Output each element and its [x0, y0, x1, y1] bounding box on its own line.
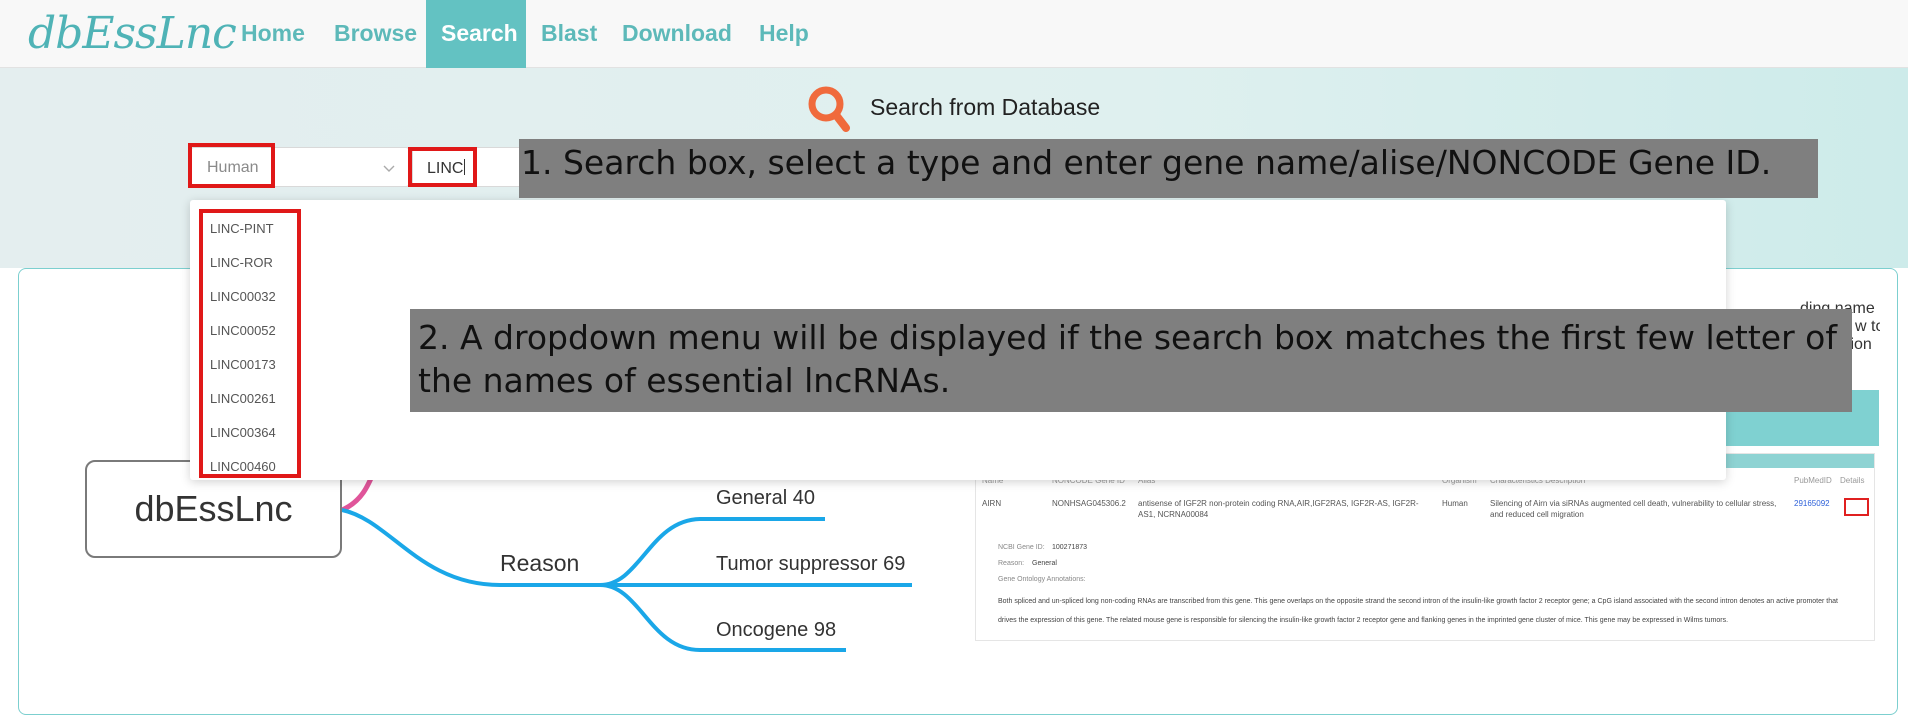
mindmap-leaf-oncogene: Oncogene 98	[716, 619, 837, 641]
td-organism: Human	[1442, 499, 1468, 508]
td-gene-id: NONHSAG045306.2	[1052, 499, 1126, 508]
detail-summary: Both spliced and un-spliced long non-cod…	[998, 598, 1838, 624]
th-details: Details	[1840, 476, 1865, 485]
highlight-organism-select	[188, 143, 275, 188]
mindmap-leaf-general: General 40	[716, 487, 815, 509]
td-pubmed-link[interactable]: 29165092	[1794, 498, 1830, 509]
highlight-dropdown-items	[199, 209, 301, 478]
detail-reason-value: General	[1032, 560, 1057, 567]
annotation-step-1: 1. Search box, select a type and enter g…	[519, 139, 1818, 198]
results-table: Name NONCODE Gene ID Alias Organism Char…	[975, 453, 1875, 641]
detail-ncbi-value: 100271873	[1052, 544, 1088, 551]
th-pubmed: PubMedID	[1794, 476, 1832, 485]
intro-text-line-2: w to	[1855, 318, 1880, 335]
detail-ncbi-label: NCBI Gene ID:	[998, 544, 1045, 551]
highlight-search-input	[408, 147, 477, 187]
detail-reason-label: Reason:	[998, 560, 1025, 567]
mindmap-reason: Reason	[500, 550, 580, 576]
chevron-down-icon	[383, 165, 395, 172]
mindmap-leaf-tumor-suppressor: Tumor suppressor 69	[716, 553, 906, 575]
annotation-step-2: 2. A dropdown menu will be displayed if …	[410, 309, 1852, 412]
detail-go-label: Gene Ontology Annotations:	[998, 576, 1086, 583]
td-description: Silencing of Airn via siRNAs augmented c…	[1490, 499, 1777, 519]
details-toggle-button[interactable]	[1844, 498, 1869, 516]
td-alias: antisense of IGF2R non-protein coding RN…	[1138, 499, 1419, 519]
td-name: AIRN	[982, 499, 1002, 508]
